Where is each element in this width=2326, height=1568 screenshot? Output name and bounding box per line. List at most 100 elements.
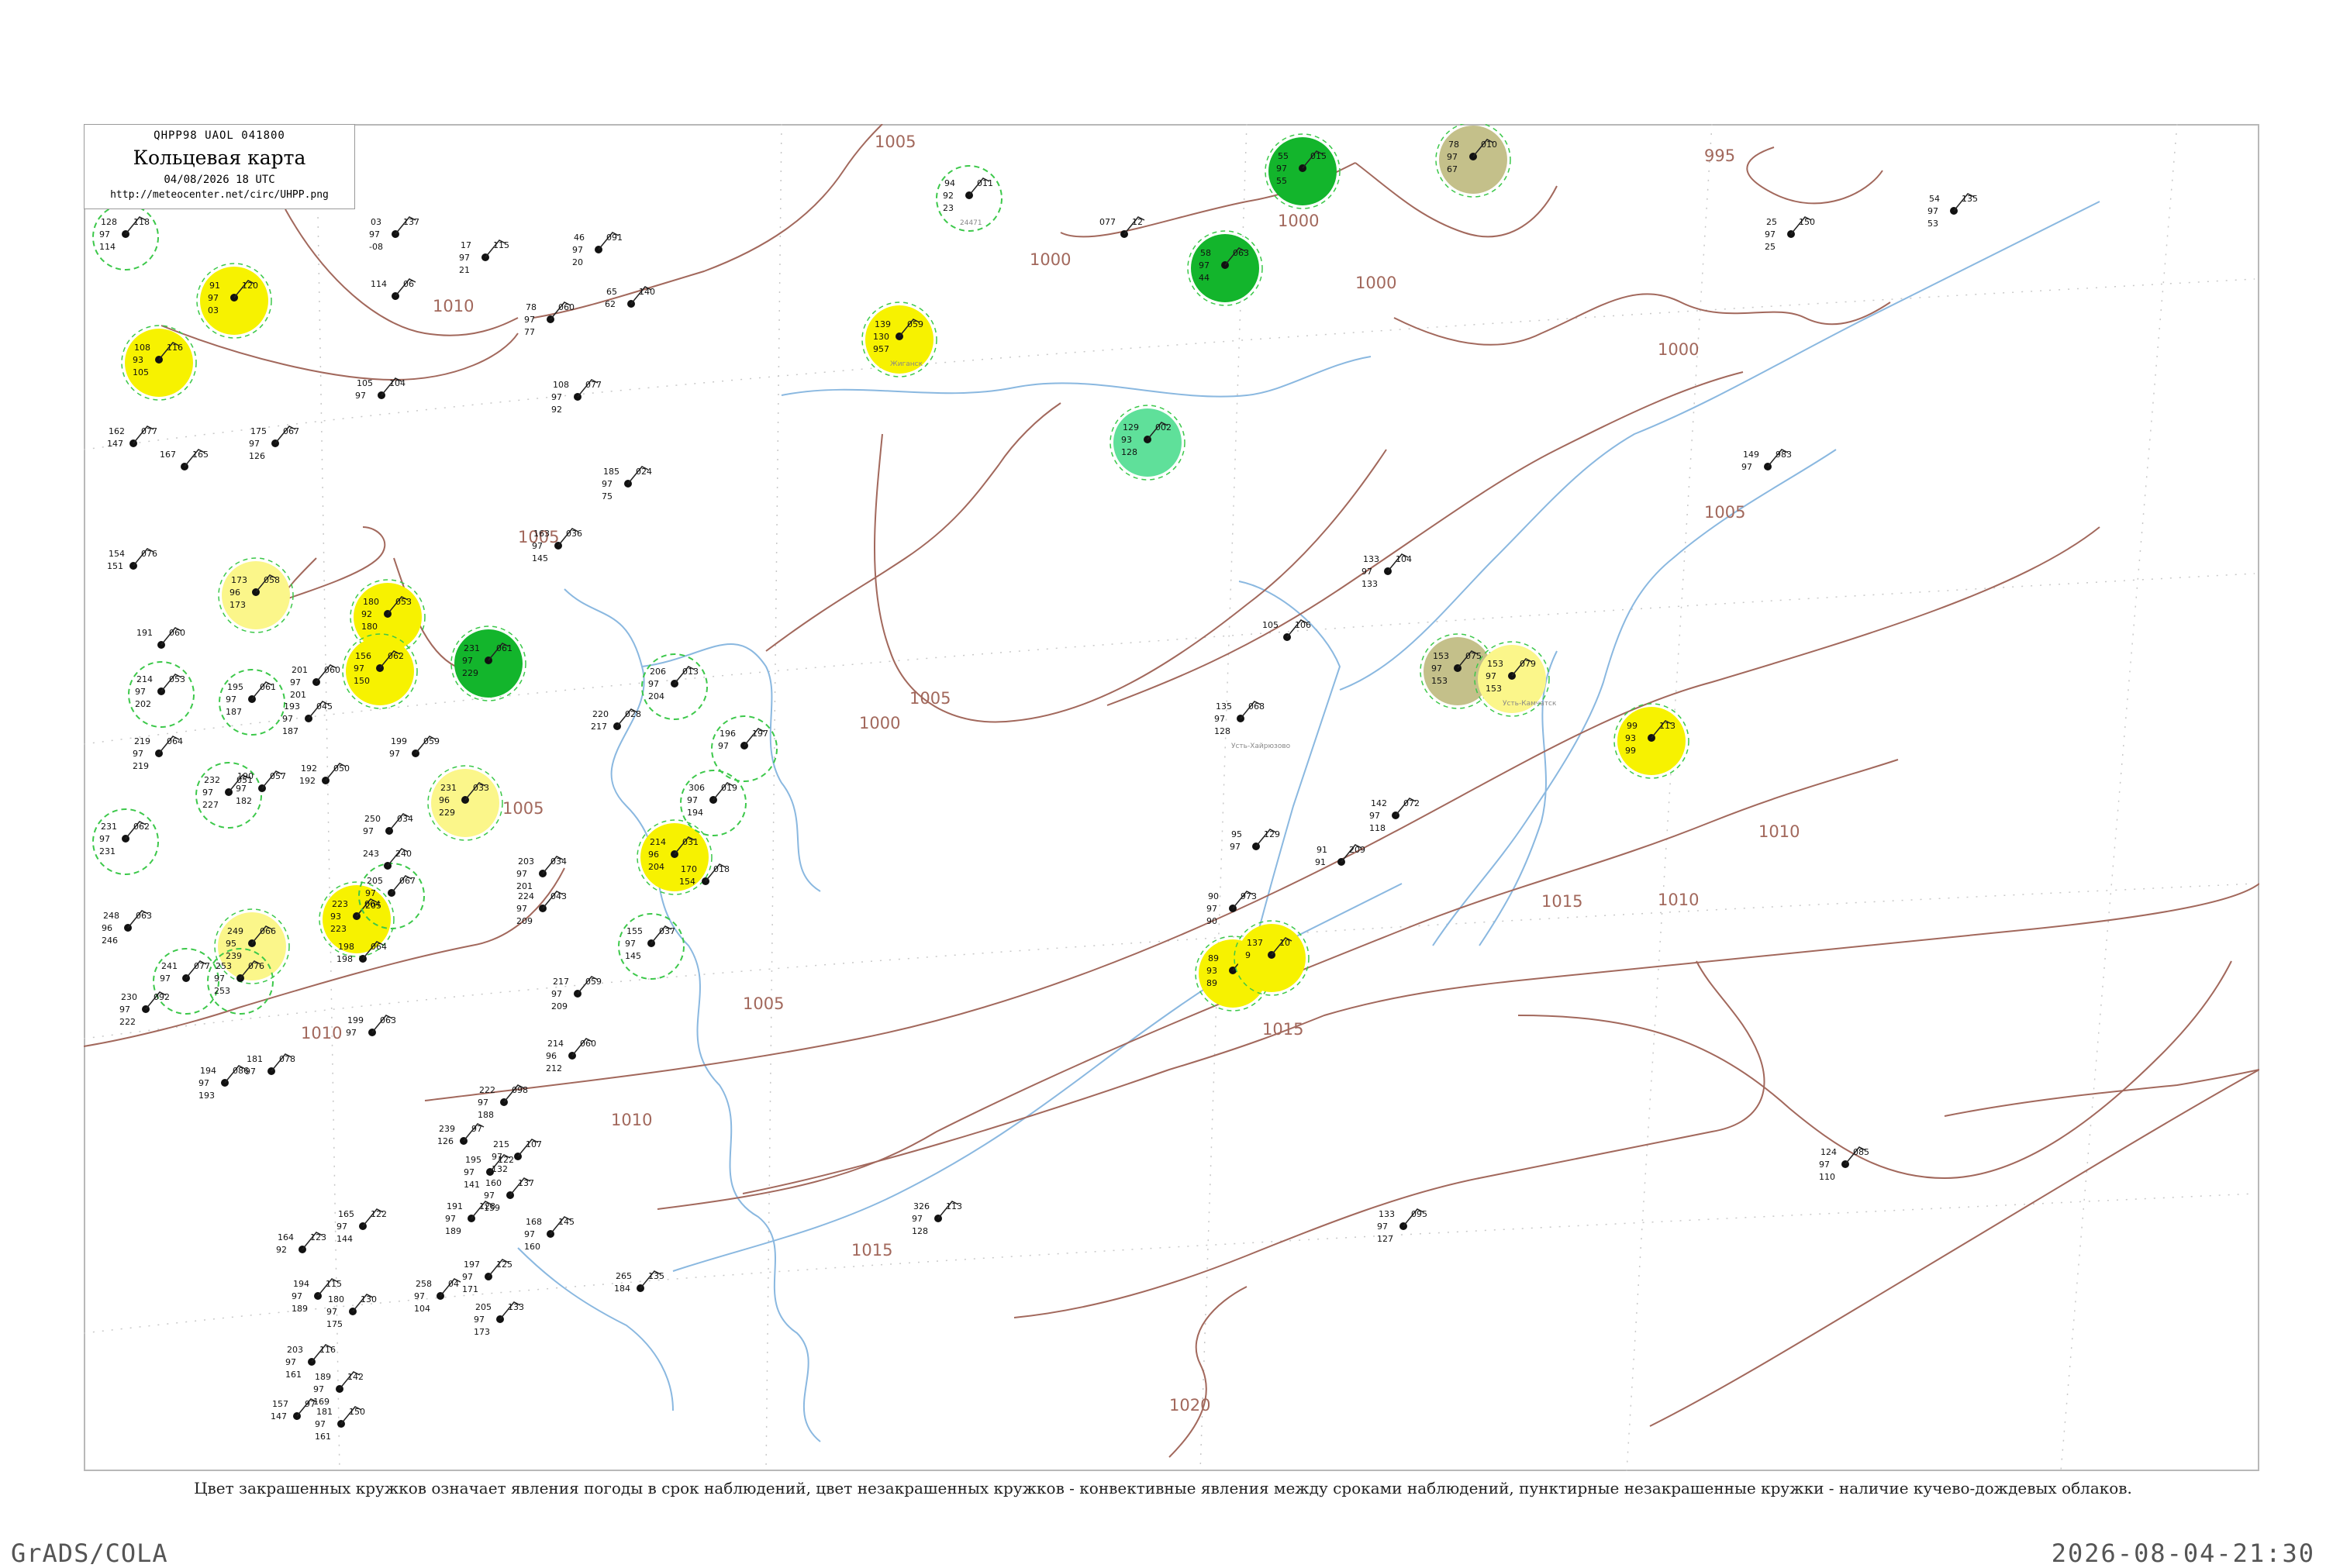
station-plot[interactable]: 214 053 97 202 (128, 661, 195, 728)
station-plot[interactable]: 231 061 97 229 (450, 625, 526, 701)
station-plot[interactable]: 137 10 9 (1234, 920, 1310, 996)
station-plot[interactable]: 165 122 97 144 (336, 1208, 387, 1244)
station-plot[interactable]: 175 067 97 126 (249, 426, 299, 461)
station-plot[interactable]: 91 120 97 03 (196, 263, 272, 339)
station-plot[interactable]: 189 14297169 (313, 1371, 364, 1407)
station-plot[interactable]: 194 08697193 (198, 1065, 249, 1101)
station-plot[interactable]: 114 06 (371, 278, 416, 300)
station-plot[interactable]: 55 015 97 55 (1265, 133, 1341, 209)
station-value: 133 (1379, 1209, 1395, 1219)
station-plot[interactable]: 155 037 97 145 (618, 913, 685, 980)
station-plot[interactable]: 133 104 97 133 (1361, 553, 1412, 589)
station-plot[interactable]: 214 031 96 204 (637, 819, 713, 895)
station-plot[interactable]: 173 058 96 173 (218, 557, 294, 633)
station-plot[interactable]: 181 078 97 (245, 1053, 295, 1077)
station-plot[interactable]: 124 085 97 110 (1819, 1146, 1869, 1182)
station-value: 55 (1278, 151, 1289, 161)
station-plot[interactable]: 54 135 97 53 (1927, 193, 1978, 229)
station-plot[interactable]: 149 983 97 (1741, 449, 1792, 472)
station-plot[interactable]: 206 013 97 204 (641, 653, 708, 720)
station-plot[interactable]: 91 209 91 (1315, 844, 1365, 867)
station-plot[interactable]: 133 095 97 127 (1377, 1208, 1427, 1244)
station-plot[interactable]: 129 002 93 128 (1110, 405, 1185, 481)
station-value: 78 (526, 302, 537, 312)
station-plot[interactable]: 17 115 97 21 (459, 240, 509, 275)
station-plot[interactable]: 258 04 97 104 (414, 1278, 461, 1314)
station-plot[interactable]: 168 145 97 160 (524, 1216, 575, 1252)
station-plot[interactable]: 78 010 97 67 (1435, 124, 1511, 198)
station-plot[interactable]: 94 011 92 23 24471 (936, 165, 1003, 232)
station-plot[interactable]: 181 150 97 161 (315, 1406, 365, 1442)
station-plot[interactable]: 205 067 97 205 (358, 863, 425, 929)
station-value: 153 (1431, 676, 1448, 686)
station-plot[interactable]: 197 125 97 171 (462, 1259, 512, 1294)
station-plot[interactable]: 224 043 97 209 (516, 891, 567, 926)
station-plot[interactable]: 215 107 97 132 (492, 1139, 542, 1174)
station-plot[interactable]: 78 060 97 77 (524, 302, 575, 337)
station-plot[interactable]: 248 063 96 246 (102, 910, 152, 946)
station-plot[interactable]: 99 113 93 99 (1613, 703, 1689, 779)
station-plot[interactable]: 192 050 192 (299, 763, 350, 786)
station-value: 191 (136, 628, 153, 638)
station-plot[interactable]: 105 104 97 (355, 377, 405, 401)
station-plot[interactable]: 164 123 92 (276, 1232, 326, 1255)
station-plot[interactable]: 217 059 97 209 (551, 976, 602, 1011)
station-plot[interactable]: 105 106 (1262, 619, 1311, 641)
station-plot[interactable]: 162 077 147 (107, 426, 157, 449)
station-value: 97 (214, 974, 225, 984)
station-plot[interactable]: 95 129 97 (1230, 829, 1280, 852)
station-plot[interactable]: 167 165 (160, 449, 209, 470)
station-plot[interactable]: 201 060 97 201 (290, 664, 340, 700)
station-plot[interactable]: 108 077 97 92 (551, 379, 602, 415)
station-value: 209 (1349, 845, 1365, 855)
station-plot[interactable]: 58 063 97 44 (1187, 230, 1263, 306)
station-plot[interactable]: 25 150 97 25 (1765, 216, 1815, 252)
station-plot[interactable]: 199 063 97 (346, 1015, 396, 1038)
station-plot[interactable]: 193 045 97 187 (282, 701, 333, 736)
station-plot[interactable]: 230 092 97 222 (119, 991, 170, 1027)
station-plot[interactable]: 205 133 97 173 (474, 1301, 524, 1337)
station-plot[interactable]: 241 077 97 (153, 948, 219, 1015)
station-value: 97 (1927, 206, 1938, 216)
station-plot[interactable]: 191 060 (136, 627, 185, 649)
station-plot[interactable]: 154 076 151 (107, 548, 157, 571)
station-plot[interactable]: 139 059 130 957Жиганск (861, 302, 937, 377)
station-plot[interactable]: 190 057 97 182 (236, 770, 286, 806)
station-plot[interactable]: 142 072 97 118 (1369, 798, 1420, 833)
station-value: 145 (625, 951, 641, 961)
station-plot[interactable]: 157 97 147 (271, 1398, 318, 1422)
station-plot[interactable]: 220 028 217 (591, 708, 641, 732)
station-plot[interactable]: 46 091 97 20 (572, 232, 623, 267)
station-plot[interactable]: 219 064 97 219 (133, 736, 183, 771)
synoptic-map[interactable]: 1005995100010001000100010101005100510001… (84, 124, 2259, 1471)
station-value: 239 (226, 951, 242, 961)
station-plot[interactable]: 108 116 93 105 (121, 325, 197, 401)
station-plot[interactable]: 180 130 97 175 (326, 1294, 377, 1329)
station-plot[interactable]: 199 059 97 (389, 736, 440, 759)
station-plot[interactable]: 249 066 95 239 (214, 908, 290, 984)
station-value: 94 (944, 178, 955, 188)
station-plot[interactable]: 90 973 97 90 (1206, 891, 1257, 926)
station-plot[interactable]: 243 240 (363, 848, 412, 870)
station-plot[interactable]: 203 034 97 201 (516, 856, 567, 891)
station-plot[interactable]: 153 07997153Усть-Камчатск (1474, 641, 1557, 717)
station-value: 97 (346, 1028, 357, 1038)
station-plot[interactable]: 195 061 97 187 (219, 669, 285, 736)
station-plot[interactable]: 128 118 97 114 (92, 204, 159, 271)
station-plot[interactable]: 326 113 97 128 (912, 1201, 962, 1236)
station-plot[interactable]: 250 034 97 (363, 813, 413, 836)
station-plot[interactable]: 135 068 97 128Усть-Хайрюзово (1214, 701, 1291, 750)
station-plot[interactable]: 231 033 96 229 (427, 765, 503, 841)
station-value: 250 (364, 814, 381, 824)
station-value: 198 (336, 954, 353, 964)
station-plot[interactable]: 239 97 126 (437, 1123, 485, 1146)
source-url[interactable]: http://meteocenter.net/circ/UHPP.png (85, 189, 354, 201)
station-plot[interactable]: 231 062 97 231 (92, 808, 159, 875)
station-value: 137 (403, 217, 419, 227)
station-plot[interactable]: 222 098 97 188 (478, 1084, 528, 1120)
station-plot[interactable]: 185 024 97 75 (602, 466, 652, 501)
station-plot[interactable]: 196 197 97 (711, 715, 778, 782)
station-plot[interactable]: 191 128 97 189 (445, 1201, 495, 1236)
station-plot[interactable]: 214 060 96 212 (546, 1038, 596, 1073)
station-plot[interactable]: 03 137 97 -08 (369, 216, 419, 252)
